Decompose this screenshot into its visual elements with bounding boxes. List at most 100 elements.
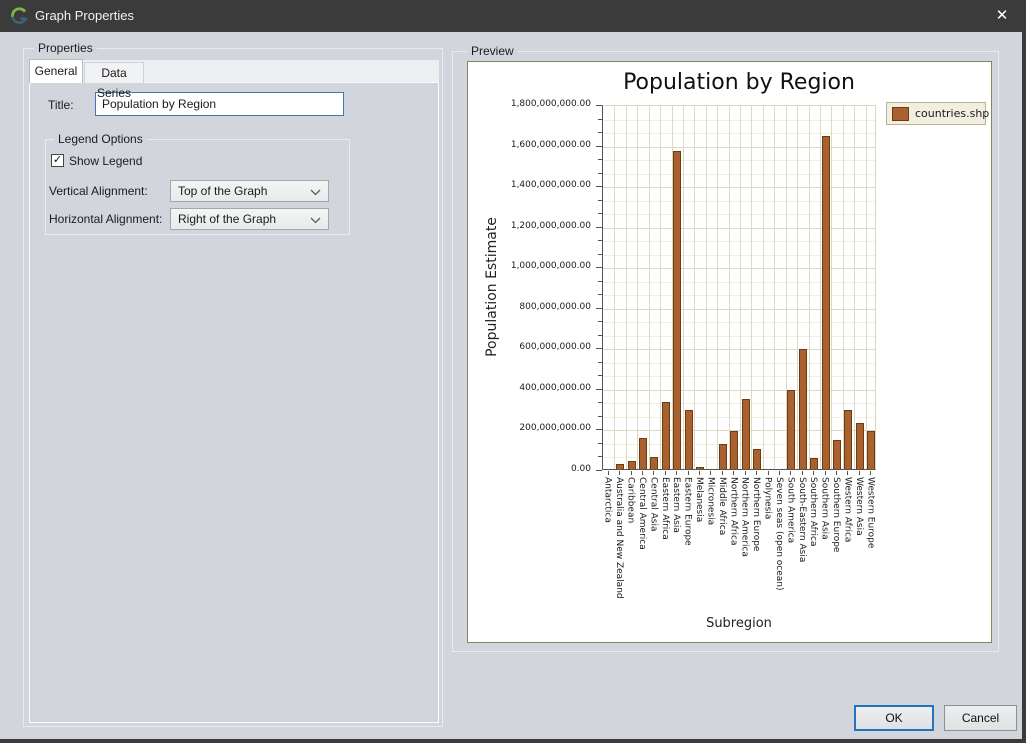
v-gridline [694,106,695,469]
bar [628,461,636,469]
y-minor-tick [598,254,602,255]
h-minor-gridline [603,120,875,121]
h-gridline [603,349,875,350]
x-tick-label: Southern Asia [819,477,830,540]
v-gridline [614,106,615,469]
x-tick-label: Micronesia [704,477,715,525]
close-icon[interactable]: ✕ [982,0,1022,32]
x-tick [847,471,848,475]
bar [616,464,624,469]
vertical-alignment-value: Top of the Graph [178,184,267,198]
horizontal-alignment-label: Horizontal Alignment: [49,212,162,226]
general-tab-page: Title: Legend Options ✓ Show Legend Vert… [29,83,439,723]
x-tick-label: Eastern Africa [659,477,670,540]
bar [844,410,852,469]
x-tick [802,471,803,475]
h-gridline [603,147,875,148]
v-gridline [831,106,832,469]
x-tick [665,471,666,475]
h-minor-gridline [603,214,875,215]
h-minor-gridline [603,376,875,377]
x-tick-label: South-Eastern Asia [796,477,807,562]
h-minor-gridline [603,363,875,364]
y-minor-tick [598,294,602,295]
y-minor-tick [598,281,602,282]
x-tick [642,471,643,475]
x-tick [836,471,837,475]
x-tick-label: Western Asia [853,477,864,536]
bar [673,151,681,469]
cancel-button[interactable]: Cancel [944,705,1017,731]
x-tick [779,471,780,475]
h-minor-gridline [603,133,875,134]
x-tick-label: Antarctica [602,477,613,523]
x-tick-label: Australia and New Zealand [613,477,624,599]
x-tick [790,471,791,475]
tab-data-series[interactable]: Data Series [84,62,144,83]
y-minor-tick [598,240,602,241]
bar [696,467,704,469]
legend-options-label: Legend Options [54,132,147,146]
chevron-down-icon [310,217,321,224]
y-major-tick [596,429,602,430]
y-minor-tick [598,132,602,133]
show-legend-checkbox[interactable]: ✓ [51,154,64,167]
x-tick [733,471,734,475]
h-gridline [603,268,875,269]
chart-title: Population by Region [568,70,910,95]
title-field-label: Title: [48,98,74,112]
properties-group-label: Properties [34,41,97,55]
bar [685,410,693,469]
h-minor-gridline [603,336,875,337]
x-tick-label: Central Asia [647,477,658,532]
bar [730,431,738,469]
y-tick-label: 1,000,000,000.00 [511,261,591,271]
v-gridline [717,106,718,469]
x-tick-label: Western Africa [841,477,852,542]
h-minor-gridline [603,174,875,175]
x-tick [870,471,871,475]
x-axis-title: Subregion [602,616,876,631]
bar [856,423,864,469]
y-tick-label: 1,600,000,000.00 [511,140,591,150]
horizontal-alignment-select[interactable]: Right of the Graph [170,208,329,230]
v-gridline [751,106,752,469]
x-tick-label: Caribbean [625,477,636,523]
y-major-tick [596,348,602,349]
x-tick [608,471,609,475]
y-tick-label: 200,000,000.00 [519,423,591,433]
title-input[interactable] [95,92,344,116]
bar [639,438,647,469]
show-legend-label: Show Legend [69,154,142,168]
y-axis-title: Population Estimate [484,187,500,387]
v-gridline [706,106,707,469]
y-major-tick [596,186,602,187]
title-bar: Graph Properties ✕ [0,0,1026,32]
h-gridline [603,228,875,229]
bar [799,349,807,469]
h-minor-gridline [603,241,875,242]
y-major-tick [596,227,602,228]
y-minor-tick [598,456,602,457]
x-tick-label: Southern Africa [807,477,818,546]
x-tick-label: Western Europe [864,477,875,548]
y-major-tick [596,308,602,309]
bar [833,440,841,469]
v-gridline [626,106,627,469]
bar [867,431,875,469]
window-title: Graph Properties [35,8,134,23]
h-minor-gridline [603,201,875,202]
v-gridline [763,106,764,469]
y-major-tick [596,105,602,106]
app-logo-icon [10,7,28,25]
vertical-alignment-select[interactable]: Top of the Graph [170,180,329,202]
h-gridline [603,187,875,188]
tab-general[interactable]: General [29,59,83,83]
y-minor-tick [598,213,602,214]
y-tick-label: 400,000,000.00 [519,383,591,393]
ok-button[interactable]: OK [854,705,934,731]
dialog-body: Properties General Data Series Title: Le… [0,32,1022,739]
properties-group: Properties General Data Series Title: Le… [23,48,443,727]
y-minor-tick [598,159,602,160]
x-tick [699,471,700,475]
